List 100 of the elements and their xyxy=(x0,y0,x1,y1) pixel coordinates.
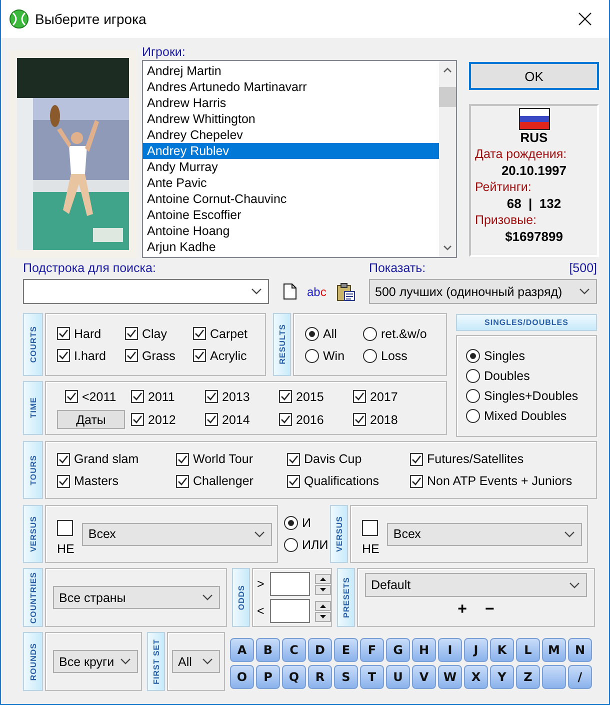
chevron-down-icon[interactable] xyxy=(120,658,132,665)
remove-preset-button[interactable]: − xyxy=(483,602,496,618)
chevron-down-icon[interactable] xyxy=(251,288,262,295)
clipboard-icon[interactable] xyxy=(336,282,356,302)
player-item[interactable]: Ante Pavic xyxy=(143,175,439,191)
chevron-down-icon[interactable] xyxy=(579,288,590,295)
scrollbar-thumb[interactable] xyxy=(439,87,456,107)
radio-button[interactable] xyxy=(466,369,480,383)
player-item[interactable]: Andres Artunedo Martinavarr xyxy=(143,79,439,95)
letter-key[interactable]: V xyxy=(412,664,436,688)
checkbox[interactable] xyxy=(362,520,378,536)
radio-button[interactable] xyxy=(466,389,480,403)
checkbox[interactable] xyxy=(57,474,70,488)
radio-button[interactable] xyxy=(305,348,319,362)
chevron-down-icon[interactable] xyxy=(569,582,580,588)
letter-key[interactable]: W xyxy=(438,664,462,688)
letter-key[interactable]: P xyxy=(256,664,280,688)
opponent-dropdown[interactable]: Всех xyxy=(82,522,272,546)
checkbox[interactable] xyxy=(205,413,218,426)
radio-button[interactable] xyxy=(363,326,377,340)
radio-button[interactable] xyxy=(363,348,377,362)
letter-key[interactable]: J xyxy=(464,638,488,662)
rounds-dropdown[interactable]: Все круги xyxy=(53,650,138,673)
checkbox[interactable] xyxy=(65,390,78,403)
scroll-down-icon[interactable] xyxy=(443,245,452,251)
letter-key[interactable]: M xyxy=(542,638,566,662)
radio-button[interactable] xyxy=(466,409,480,423)
letter-key[interactable]: / xyxy=(568,664,592,688)
letter-key[interactable]: I xyxy=(438,638,462,662)
letter-key[interactable]: R xyxy=(308,664,332,688)
checkbox[interactable] xyxy=(279,413,292,426)
letter-key[interactable]: C xyxy=(282,638,306,662)
letter-key[interactable]: B xyxy=(256,638,280,662)
checkbox[interactable] xyxy=(410,474,423,488)
letter-key[interactable]: F xyxy=(360,638,384,662)
radio-button[interactable] xyxy=(284,538,298,552)
letter-key[interactable]: Z xyxy=(516,664,540,688)
checkbox[interactable] xyxy=(131,413,144,426)
player-item[interactable]: Andrew Whittington xyxy=(143,111,439,127)
letter-key[interactable]: K xyxy=(490,638,514,662)
dates-button[interactable]: Даты xyxy=(57,410,125,429)
checkbox[interactable] xyxy=(57,520,73,536)
chevron-down-icon[interactable] xyxy=(564,530,575,538)
player-item[interactable]: Antoine Escoffier xyxy=(143,207,439,223)
letter-key[interactable]: G xyxy=(386,638,410,662)
spin-down-icon[interactable] xyxy=(315,584,331,594)
checkbox[interactable] xyxy=(193,349,206,362)
chevron-down-icon[interactable] xyxy=(254,530,265,538)
checkbox[interactable] xyxy=(353,413,366,426)
checkbox[interactable] xyxy=(287,452,300,466)
letter-key[interactable]: O xyxy=(230,664,254,688)
spin-down-icon[interactable] xyxy=(315,612,331,622)
letter-key[interactable]: E xyxy=(334,638,358,662)
checkbox[interactable] xyxy=(57,349,70,362)
letter-key[interactable]: Q xyxy=(282,664,306,688)
ok-button[interactable]: OK xyxy=(469,62,599,90)
spin-up-icon[interactable] xyxy=(315,600,331,610)
add-preset-button[interactable]: + xyxy=(456,602,469,618)
letter-key[interactable]: L xyxy=(516,638,540,662)
radio-button[interactable] xyxy=(466,349,480,363)
checkbox[interactable] xyxy=(279,390,292,403)
new-document-icon[interactable] xyxy=(283,283,297,300)
player-item[interactable]: Andrej Martin xyxy=(143,63,439,79)
player-item[interactable]: Andrey Rublev xyxy=(143,143,439,159)
radio-button[interactable] xyxy=(284,516,298,530)
first-set-dropdown[interactable]: All xyxy=(172,650,220,673)
checkbox[interactable] xyxy=(125,349,138,362)
checkbox[interactable] xyxy=(176,474,189,488)
letter-key[interactable]: D xyxy=(308,638,332,662)
checkbox[interactable] xyxy=(353,390,366,403)
letter-key[interactable]: Y xyxy=(490,664,514,688)
checkbox[interactable] xyxy=(287,474,300,488)
player-item[interactable]: Antoine Hoang xyxy=(143,223,439,239)
spin-up-icon[interactable] xyxy=(315,574,331,584)
checkbox[interactable] xyxy=(205,390,218,403)
checkbox[interactable] xyxy=(176,452,189,466)
checkbox[interactable] xyxy=(125,327,138,340)
player-item[interactable]: Antoine Cornut-Chauvinc xyxy=(143,191,439,207)
letter-key[interactable]: T xyxy=(360,664,384,688)
show-dropdown[interactable]: 500 лучших (одиночный разряд) xyxy=(369,279,597,304)
countries-dropdown[interactable]: Все страны xyxy=(53,586,220,609)
checkbox[interactable] xyxy=(410,452,423,466)
letter-key[interactable]: H xyxy=(412,638,436,662)
search-field[interactable] xyxy=(23,279,269,304)
presets-dropdown[interactable]: Default xyxy=(365,573,587,597)
letter-key[interactable]: A xyxy=(230,638,254,662)
scroll-up-icon[interactable] xyxy=(443,67,452,73)
chevron-down-icon[interactable] xyxy=(202,594,213,601)
player-item[interactable]: Andrew Harris xyxy=(143,95,439,111)
odds-field[interactable] xyxy=(270,599,310,623)
scrollbar[interactable] xyxy=(439,61,456,257)
radio-button[interactable] xyxy=(305,326,319,340)
checkbox[interactable] xyxy=(57,327,70,340)
opponent-dropdown[interactable]: Всех xyxy=(387,522,582,546)
letter-key[interactable]: X xyxy=(464,664,488,688)
spell-check-button[interactable]: abc xyxy=(307,284,326,298)
odds-field[interactable] xyxy=(270,572,310,596)
letter-key[interactable]: U xyxy=(386,664,410,688)
close-icon[interactable] xyxy=(578,12,592,26)
player-item[interactable]: Andy Murray xyxy=(143,159,439,175)
